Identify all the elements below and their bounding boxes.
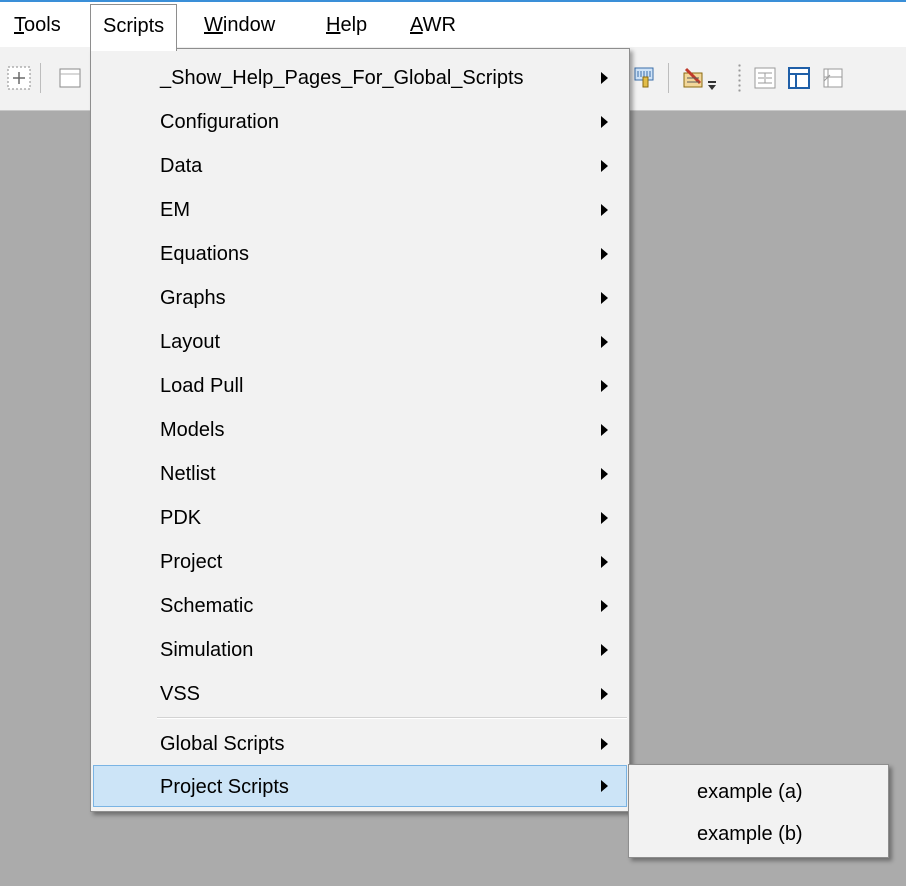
submenu-arrow-icon <box>601 688 608 700</box>
menu-item-data[interactable]: Data <box>93 145 627 187</box>
menu-tools[interactable]: Tools <box>4 4 71 47</box>
toolbar-separator <box>668 63 669 93</box>
menu-separator <box>157 717 627 719</box>
menu-item-simulation[interactable]: Simulation <box>93 629 627 671</box>
submenu-arrow-icon <box>601 248 608 260</box>
menu-item-global-scripts[interactable]: Global Scripts <box>93 723 627 765</box>
submenu-arrow-icon <box>601 204 608 216</box>
menu-item-equations[interactable]: Equations <box>93 233 627 275</box>
submenu-arrow-icon <box>601 780 608 792</box>
wizard-icon[interactable] <box>680 65 706 91</box>
toolbar-separator <box>40 63 41 93</box>
menu-bar: Tools Scripts Window Help AWR <box>0 0 906 51</box>
menu-item-project-scripts[interactable]: Project Scripts <box>93 765 627 807</box>
scripts-dropdown-menu: _Show_Help_Pages_For_Global_Scripts Conf… <box>90 48 630 812</box>
submenu-arrow-icon <box>601 738 608 750</box>
submenu-arrow-icon <box>601 72 608 84</box>
submenu-arrow-icon <box>601 336 608 348</box>
project-scripts-submenu: example (a) example (b) <box>628 764 889 858</box>
menu-item-project[interactable]: Project <box>93 541 627 583</box>
menu-item-netlist[interactable]: Netlist <box>93 453 627 495</box>
menu-item-layout[interactable]: Layout <box>93 321 627 363</box>
schematic-view-icon[interactable] <box>752 65 778 91</box>
chevron-down-icon[interactable] <box>708 81 716 91</box>
menu-item-pdk[interactable]: PDK <box>93 497 627 539</box>
submenu-arrow-icon <box>601 600 608 612</box>
menu-item-show-help-pages[interactable]: _Show_Help_Pages_For_Global_Scripts <box>93 57 627 99</box>
submenu-arrow-icon <box>601 512 608 524</box>
submenu-arrow-icon <box>601 644 608 656</box>
toolbar-grip[interactable] <box>738 63 741 93</box>
menu-help[interactable]: Help <box>316 4 377 47</box>
submenu-arrow-icon <box>601 116 608 128</box>
menu-item-em[interactable]: EM <box>93 189 627 231</box>
submenu-item-example-b[interactable]: example (b) <box>631 813 886 855</box>
submenu-arrow-icon <box>601 292 608 304</box>
thermometer-chip-icon[interactable] <box>632 65 658 91</box>
submenu-arrow-icon <box>601 556 608 568</box>
menu-awr[interactable]: AWR <box>400 4 466 47</box>
menu-scripts[interactable]: Scripts <box>90 4 178 51</box>
menu-window[interactable]: Window <box>194 4 285 47</box>
menu-item-vss[interactable]: VSS <box>93 673 627 715</box>
layout-view-icon[interactable] <box>786 65 812 91</box>
frame-icon[interactable] <box>56 65 82 91</box>
menu-item-schematic[interactable]: Schematic <box>93 585 627 627</box>
snap-grid-icon[interactable] <box>6 65 32 91</box>
menu-item-load-pull[interactable]: Load Pull <box>93 365 627 407</box>
menu-item-configuration[interactable]: Configuration <box>93 101 627 143</box>
submenu-arrow-icon <box>601 424 608 436</box>
submenu-arrow-icon <box>601 468 608 480</box>
submenu-item-example-a[interactable]: example (a) <box>631 771 886 813</box>
3d-view-icon[interactable] <box>820 65 846 91</box>
submenu-arrow-icon <box>601 160 608 172</box>
submenu-arrow-icon <box>601 380 608 392</box>
app-window: Tools Scripts Window Help AWR _Show_Help… <box>0 0 906 886</box>
menu-item-graphs[interactable]: Graphs <box>93 277 627 319</box>
menu-item-models[interactable]: Models <box>93 409 627 451</box>
